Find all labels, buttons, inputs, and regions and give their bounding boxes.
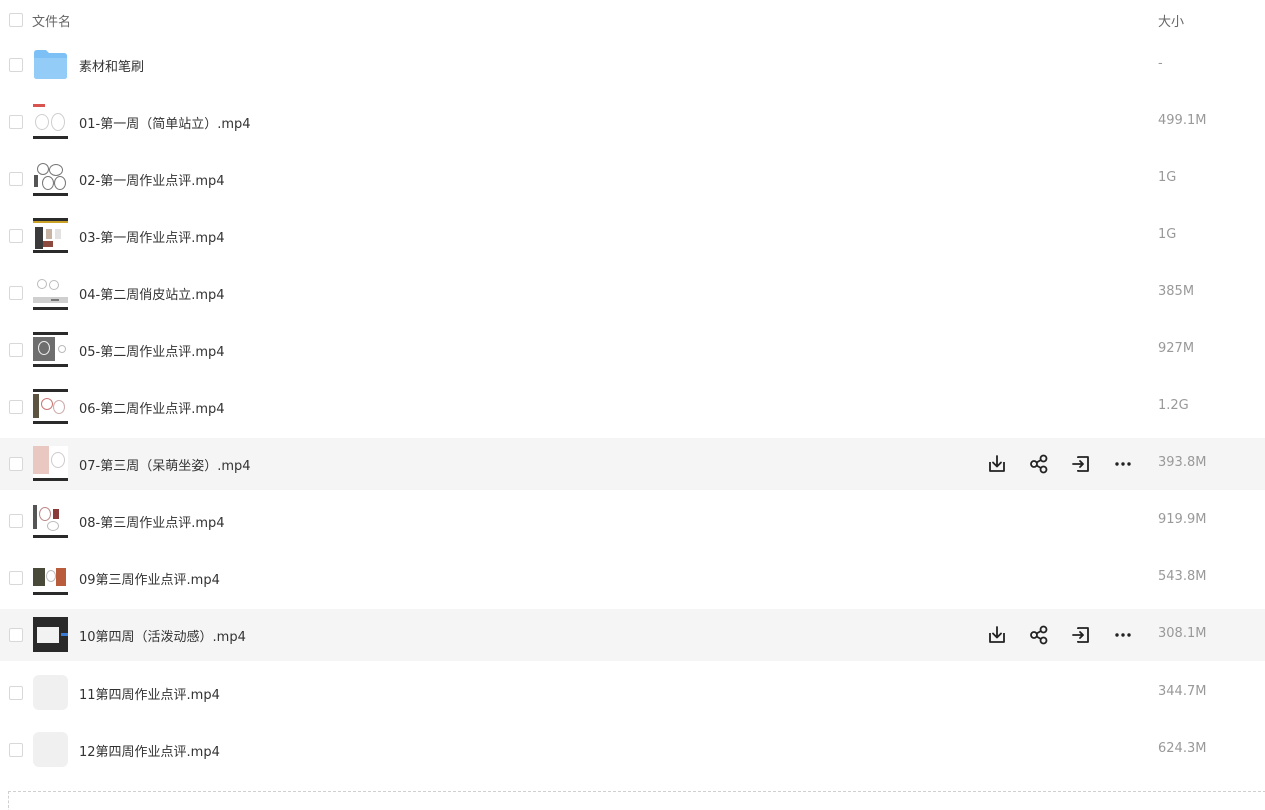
share-icon[interactable]	[1028, 624, 1050, 646]
more-icon[interactable]	[1112, 453, 1134, 475]
file-name[interactable]: 04-第二周俏皮站立.mp4	[79, 284, 225, 303]
video-thumbnail	[33, 218, 68, 253]
video-thumbnail	[33, 161, 68, 196]
file-size: 1.2G	[1158, 398, 1189, 413]
column-header-name[interactable]: 文件名	[32, 11, 71, 30]
row-checkbox[interactable]	[9, 400, 23, 414]
file-row[interactable]: 09第三周作业点评.mp4 543.8M	[0, 552, 1265, 604]
file-name[interactable]: 11第四周作业点评.mp4	[79, 684, 220, 703]
file-size: 385M	[1158, 284, 1195, 299]
file-name[interactable]: 06-第二周作业点评.mp4	[79, 398, 225, 417]
file-name[interactable]: 12第四周作业点评.mp4	[79, 741, 220, 760]
file-size: 543.8M	[1158, 569, 1207, 584]
file-name[interactable]: 03-第一周作业点评.mp4	[79, 227, 225, 246]
file-size: 344.7M	[1158, 684, 1207, 699]
video-thumbnail	[33, 560, 68, 595]
file-row[interactable]: 04-第二周俏皮站立.mp4 385M	[0, 267, 1265, 319]
file-list-header: 文件名 大小	[0, 0, 1265, 40]
file-name[interactable]: 10第四周（活泼动感）.mp4	[79, 626, 246, 645]
file-row[interactable]: 10第四周（活泼动感）.mp4 308.1M	[0, 609, 1265, 661]
video-thumbnail	[33, 617, 68, 652]
file-size: 393.8M	[1158, 455, 1207, 470]
download-icon[interactable]	[986, 453, 1008, 475]
file-row[interactable]: 素材和笔刷 -	[0, 39, 1265, 91]
row-checkbox[interactable]	[9, 115, 23, 129]
placeholder-thumbnail	[33, 675, 68, 710]
row-checkbox[interactable]	[9, 743, 23, 757]
file-size: 927M	[1158, 341, 1195, 356]
file-size: -	[1158, 56, 1163, 71]
move-icon[interactable]	[1070, 624, 1092, 646]
share-icon[interactable]	[1028, 453, 1050, 475]
file-name[interactable]: 01-第一周（简单站立）.mp4	[79, 113, 251, 132]
video-thumbnail	[33, 275, 68, 310]
file-row[interactable]: 11第四周作业点评.mp4 344.7M	[0, 667, 1265, 719]
file-row[interactable]: 01-第一周（简单站立）.mp4 499.1M	[0, 96, 1265, 148]
row-checkbox[interactable]	[9, 172, 23, 186]
row-checkbox[interactable]	[9, 286, 23, 300]
file-name[interactable]: 02-第一周作业点评.mp4	[79, 170, 225, 189]
file-row[interactable]: 12第四周作业点评.mp4 624.3M	[0, 724, 1265, 776]
file-list: 文件名 大小 素材和笔刷 - 01-第一周（简单站立）.mp4 499.1M 0…	[0, 0, 1265, 810]
column-header-size[interactable]: 大小	[1158, 11, 1184, 30]
row-checkbox[interactable]	[9, 628, 23, 642]
file-row[interactable]: 02-第一周作业点评.mp4 1G	[0, 153, 1265, 205]
video-thumbnail	[33, 389, 68, 424]
row-checkbox[interactable]	[9, 514, 23, 528]
file-size: 1G	[1158, 170, 1177, 185]
file-size: 919.9M	[1158, 512, 1207, 527]
file-row[interactable]: 08-第三周作业点评.mp4 919.9M	[0, 495, 1265, 547]
more-icon[interactable]	[1112, 624, 1134, 646]
folder-icon	[33, 48, 68, 83]
row-checkbox[interactable]	[9, 343, 23, 357]
video-thumbnail	[33, 104, 68, 139]
file-size: 308.1M	[1158, 626, 1207, 641]
row-checkbox[interactable]	[9, 457, 23, 471]
file-size: 624.3M	[1158, 741, 1207, 756]
file-size: 1G	[1158, 227, 1177, 242]
file-name[interactable]: 09第三周作业点评.mp4	[79, 569, 220, 588]
video-thumbnail	[33, 503, 68, 538]
move-icon[interactable]	[1070, 453, 1092, 475]
row-checkbox[interactable]	[9, 229, 23, 243]
file-name[interactable]: 07-第三周（呆萌坐姿）.mp4	[79, 455, 251, 474]
file-row[interactable]: 06-第二周作业点评.mp4 1.2G	[0, 381, 1265, 433]
file-row[interactable]: 03-第一周作业点评.mp4 1G	[0, 210, 1265, 262]
video-thumbnail	[33, 446, 68, 481]
row-checkbox[interactable]	[9, 571, 23, 585]
upload-drop-zone[interactable]	[8, 791, 1265, 810]
download-icon[interactable]	[986, 624, 1008, 646]
file-name[interactable]: 05-第二周作业点评.mp4	[79, 341, 225, 360]
row-checkbox[interactable]	[9, 58, 23, 72]
file-row[interactable]: 07-第三周（呆萌坐姿）.mp4 393.8M	[0, 438, 1265, 490]
select-all-checkbox[interactable]	[9, 13, 23, 27]
file-size: 499.1M	[1158, 113, 1207, 128]
row-checkbox[interactable]	[9, 686, 23, 700]
video-thumbnail	[33, 332, 68, 367]
file-row[interactable]: 05-第二周作业点评.mp4 927M	[0, 324, 1265, 376]
placeholder-thumbnail	[33, 732, 68, 767]
file-name[interactable]: 素材和笔刷	[79, 56, 144, 75]
file-name[interactable]: 08-第三周作业点评.mp4	[79, 512, 225, 531]
